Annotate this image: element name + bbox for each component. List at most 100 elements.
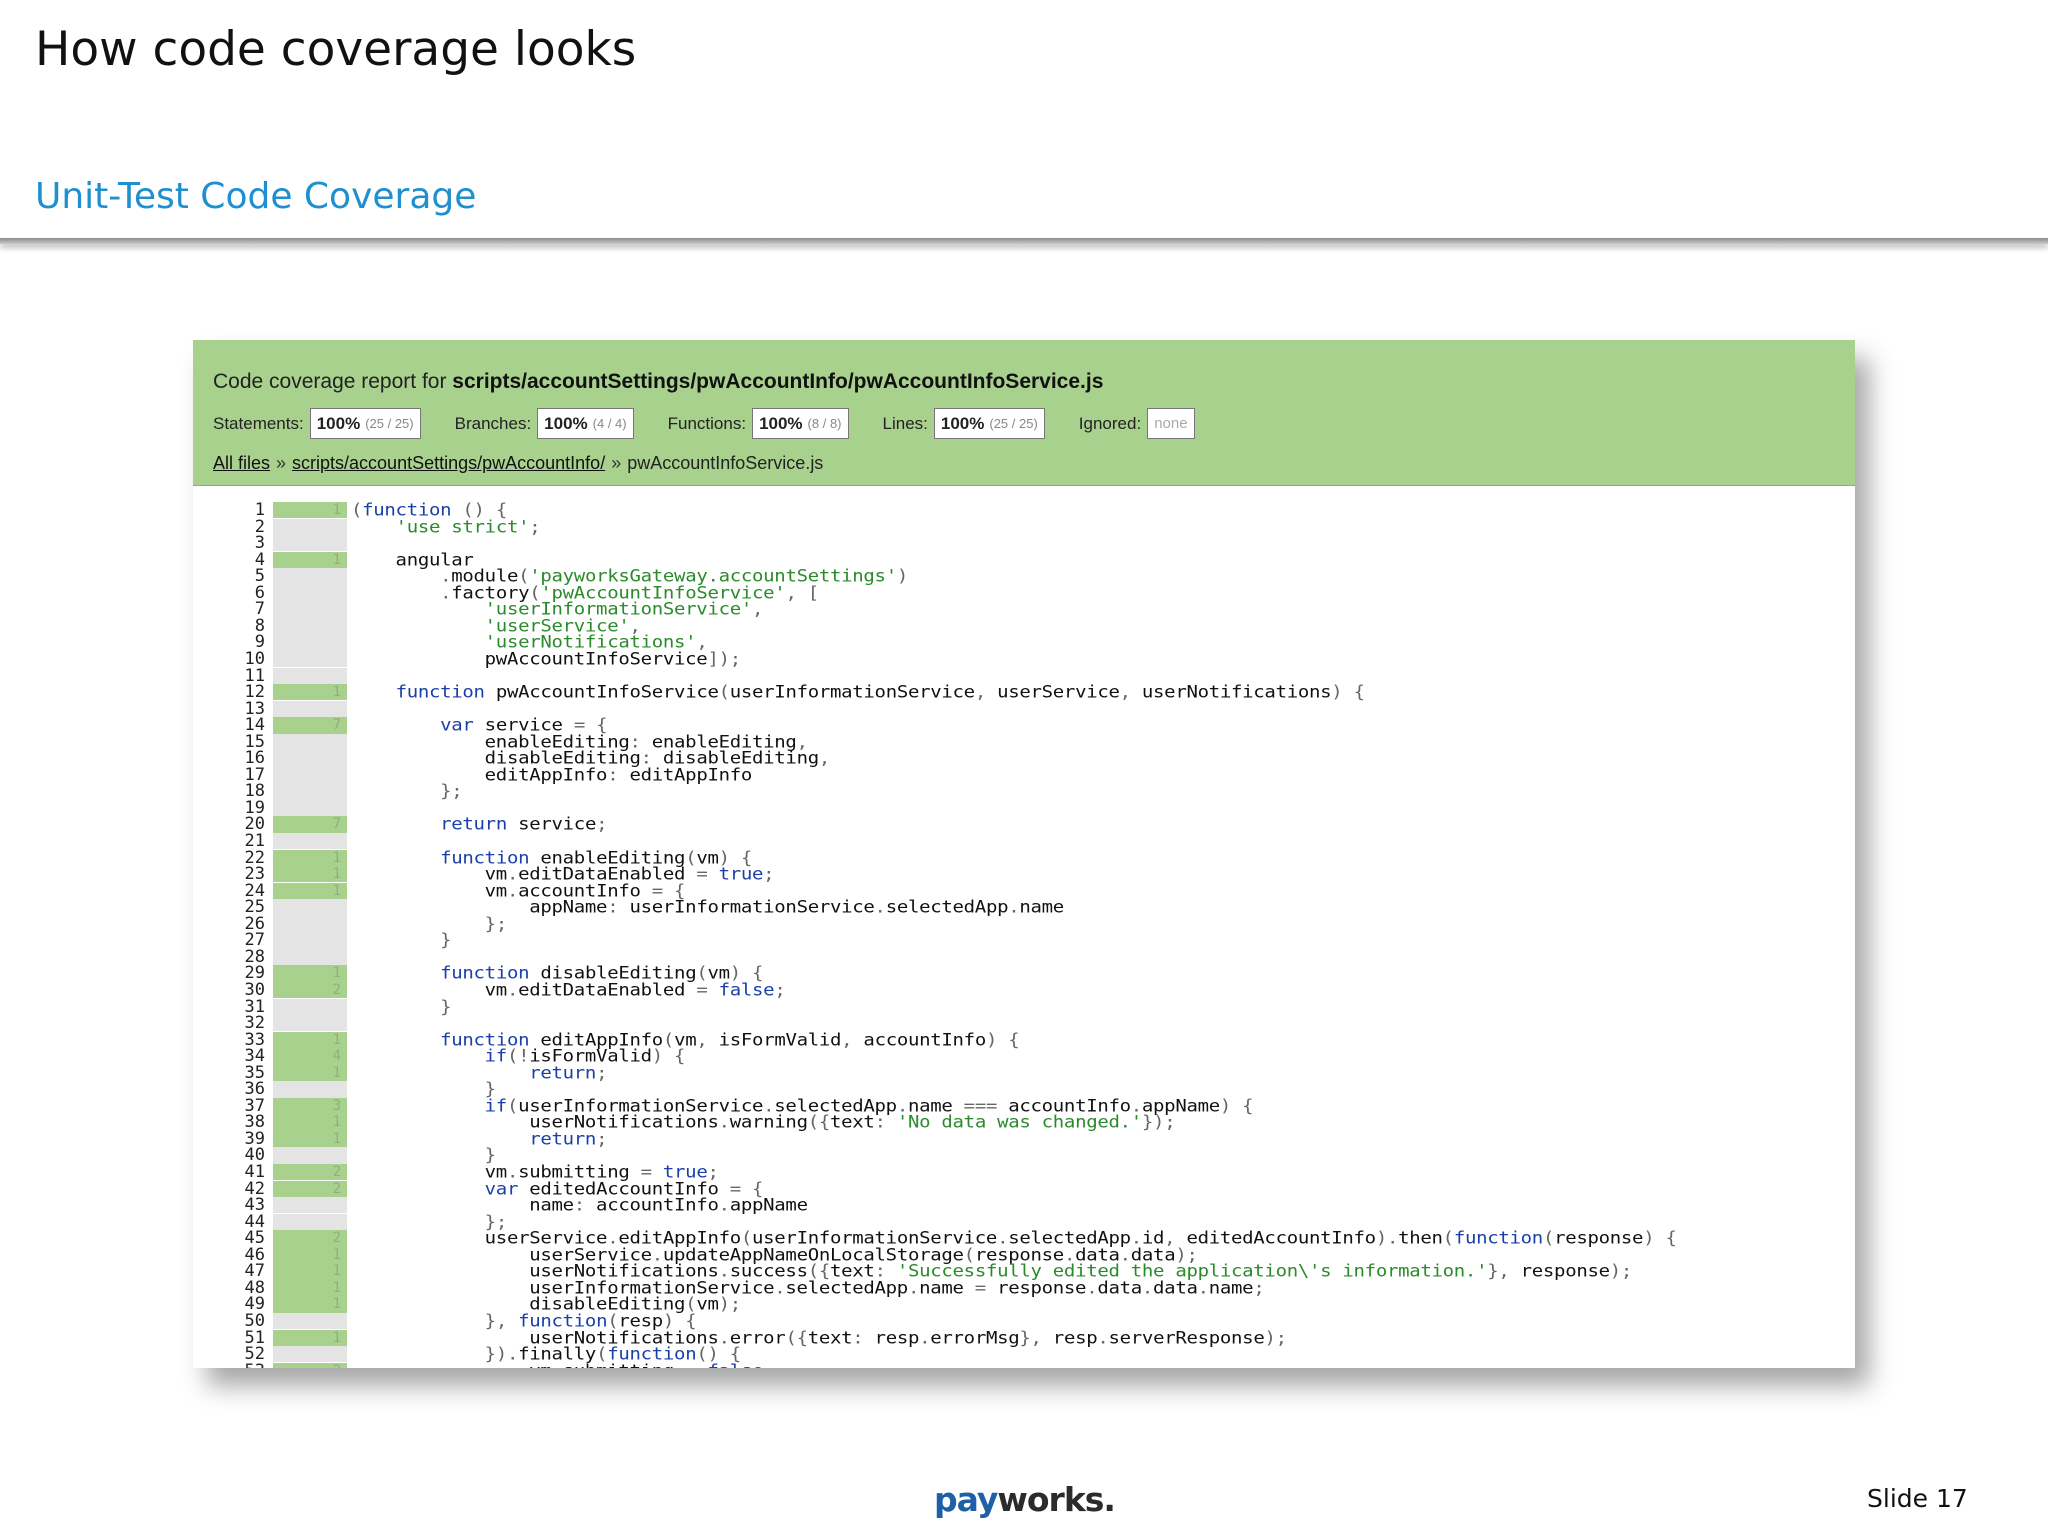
code-text: return service; bbox=[440, 814, 608, 835]
hit-count: 1 bbox=[273, 849, 347, 866]
code-text: vm.editDataEnabled = true; bbox=[351, 864, 775, 885]
stat-ignored-value: none bbox=[1147, 408, 1195, 439]
hit-count: 7 bbox=[273, 816, 347, 833]
hit-count bbox=[273, 998, 347, 1015]
code-text: vm.submitting = false; bbox=[351, 1362, 774, 1368]
stat-ignored: Ignored: none bbox=[1079, 408, 1195, 439]
code-line: 32 bbox=[193, 1013, 1855, 1034]
stat-label: Statements: bbox=[213, 413, 304, 433]
hit-count bbox=[273, 1081, 347, 1098]
hit-count: 2 bbox=[273, 1164, 347, 1181]
hit-count bbox=[273, 1197, 347, 1214]
code-text: }).finally(function() { bbox=[484, 1344, 742, 1364]
hit-count bbox=[273, 932, 347, 949]
hit-count bbox=[273, 783, 347, 800]
stat-fraction: (4 / 4) bbox=[592, 416, 627, 431]
line-number: 30 bbox=[244, 979, 265, 1000]
stat-value-box: 100% (4 / 4) bbox=[537, 408, 634, 439]
code-text: userNotifications.error({text: resp.erro… bbox=[351, 1327, 1287, 1348]
report-title: Code coverage report for scripts/account… bbox=[213, 370, 1835, 394]
stat-pct: 100% bbox=[940, 413, 985, 433]
line-number: 32 bbox=[244, 1013, 265, 1034]
code-text: vm.accountInfo = { bbox=[351, 880, 686, 901]
code-text: function disableEditing(vm) { bbox=[440, 963, 764, 984]
stat-label: Branches: bbox=[454, 413, 532, 433]
code-text: userNotifications.warning({text: 'No dat… bbox=[351, 1112, 1176, 1133]
header-divider bbox=[0, 238, 2048, 244]
breadcrumb-all-files-link[interactable]: All files bbox=[213, 453, 270, 473]
hit-count bbox=[273, 1015, 347, 1032]
stat-pct: 100% bbox=[544, 413, 588, 433]
hit-count bbox=[273, 617, 347, 635]
code-text: }; bbox=[484, 1211, 508, 1232]
code-line: 23 1 vm.editDataEnabled = true; bbox=[193, 864, 1855, 885]
hit-count bbox=[273, 1213, 347, 1231]
hit-count: 1 bbox=[273, 1279, 347, 1297]
hit-count bbox=[273, 518, 347, 535]
hit-count bbox=[273, 948, 347, 966]
stat-label: Lines: bbox=[882, 413, 928, 433]
code-text: angular bbox=[351, 549, 474, 570]
code-text: } bbox=[440, 930, 452, 951]
stat-fraction: (25 / 25) bbox=[365, 416, 414, 431]
line-number: 50 bbox=[244, 1310, 265, 1331]
hit-count: 1 bbox=[273, 882, 347, 900]
breadcrumb-separator: » bbox=[611, 453, 622, 473]
code-text: .factory('pwAccountInfoService', [ bbox=[440, 582, 819, 603]
code-text: userService.updateAppNameOnLocalStorage(… bbox=[351, 1244, 1198, 1265]
code-line: 21 bbox=[193, 832, 1855, 850]
breadcrumb-directory-link[interactable]: scripts/accountSettings/pwAccountInfo/ bbox=[292, 453, 605, 473]
code-text: userNotifications.success({text: 'Succes… bbox=[351, 1261, 1633, 1282]
hit-count: 1 bbox=[273, 1329, 347, 1346]
line-number: 1 bbox=[254, 500, 265, 520]
report-title-prefix: Code coverage report for bbox=[213, 370, 453, 393]
hit-count: 1 bbox=[273, 1246, 347, 1264]
code-text: function pwAccountInfoService(userInform… bbox=[395, 682, 1365, 702]
hit-count: 2 bbox=[273, 981, 347, 999]
stat-fraction: (8 / 8) bbox=[807, 416, 842, 431]
report-header: Code coverage report for scripts/account… bbox=[193, 340, 1855, 486]
code-text: } bbox=[440, 996, 452, 1017]
hit-count: 2 bbox=[273, 1180, 347, 1197]
hit-count: 3 bbox=[273, 1097, 347, 1115]
stat-lines: Lines: 100% (25 / 25) bbox=[883, 408, 1045, 439]
code-text: enableEditing: enableEditing, bbox=[351, 731, 808, 752]
code-text: name: accountInfo.appName bbox=[351, 1195, 808, 1216]
slide-number: Slide 17 bbox=[1867, 1484, 1968, 1513]
code-line: 10 pwAccountInfoService]); bbox=[193, 650, 1855, 668]
logo-pay: pay bbox=[934, 1480, 998, 1519]
line-number: 41 bbox=[244, 1162, 265, 1182]
code-text: vm.submitting = true; bbox=[351, 1162, 719, 1182]
hit-count bbox=[273, 700, 347, 717]
breadcrumb-current-file: pwAccountInfoService.js bbox=[627, 453, 824, 473]
hit-count: 1 bbox=[273, 684, 347, 701]
code-text: } bbox=[484, 1145, 496, 1166]
hit-count bbox=[273, 799, 347, 817]
code-line: 31 } bbox=[193, 996, 1855, 1017]
code-text: var editedAccountInfo = { bbox=[484, 1178, 764, 1199]
code-text: 'userInformationService', bbox=[484, 599, 764, 620]
code-text: function enableEditing(vm) { bbox=[440, 847, 753, 868]
code-text: userService.editAppInfo(userInformationS… bbox=[351, 1228, 1677, 1249]
hit-count: 2 bbox=[273, 1230, 347, 1247]
breadcrumb-separator: » bbox=[276, 453, 287, 473]
code-line: 27 } bbox=[193, 930, 1855, 951]
code-text: }; bbox=[484, 913, 508, 934]
code-line: 12 1 function pwAccountInfoService(userIn… bbox=[193, 682, 1855, 703]
stat-functions: Functions: 100% (8 / 8) bbox=[668, 408, 849, 439]
hit-count bbox=[273, 833, 347, 850]
code-text: disableEditing: disableEditing, bbox=[351, 748, 831, 769]
line-number: 12 bbox=[244, 682, 265, 703]
logo-works: works. bbox=[997, 1480, 1116, 1519]
hit-count bbox=[273, 667, 347, 684]
breadcrumb: All files» scripts/accountSettings/pwAcco… bbox=[213, 453, 1835, 474]
stat-value-box: 100% (25 / 25) bbox=[309, 408, 421, 439]
code-text: var service = { bbox=[440, 715, 608, 736]
hit-count bbox=[273, 750, 347, 767]
code-listing: 1 1 (function () {2 'use strict'; 3 4 1 angul… bbox=[193, 486, 1855, 1368]
line-number: 53 bbox=[193, 1362, 265, 1368]
hit-count bbox=[273, 601, 347, 618]
hit-count bbox=[273, 766, 347, 784]
hit-count: 1 bbox=[273, 1296, 347, 1313]
stat-value-box: 100% (25 / 25) bbox=[933, 408, 1045, 439]
